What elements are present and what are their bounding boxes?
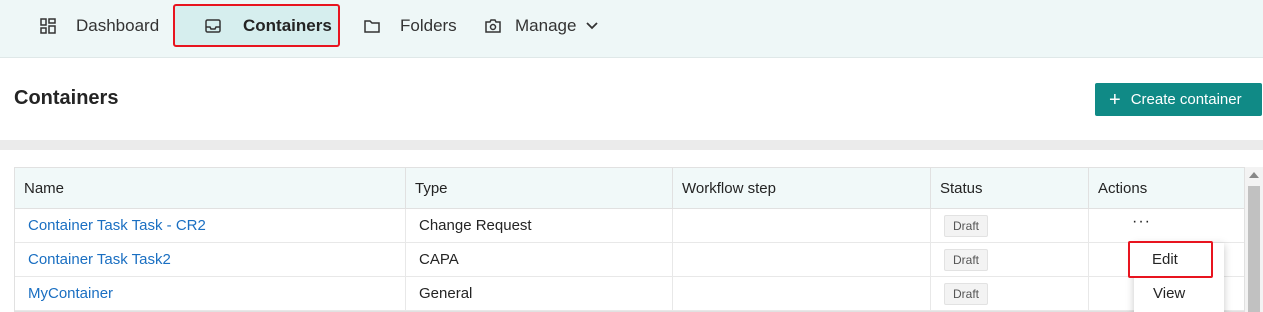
column-header-name[interactable]: Name (15, 168, 406, 208)
nav-manage[interactable]: Manage (483, 0, 599, 52)
status-cell: Draft (931, 209, 1089, 242)
status-cell: Draft (931, 243, 1089, 276)
container-name-link[interactable]: MyContainer (15, 277, 406, 310)
page-title: Containers (14, 87, 119, 109)
menu-item-edit[interactable]: Edit (1128, 241, 1213, 278)
containers-panel: Name Type Workflow step Status Actions C… (0, 150, 1263, 312)
dashboard-icon (40, 18, 56, 34)
table-header: Name Type Workflow step Status Actions (15, 168, 1244, 209)
scrollbar-thumb[interactable] (1248, 186, 1260, 312)
nav-dashboard-label: Dashboard (76, 16, 160, 35)
workflow-step (673, 209, 931, 242)
container-type: General (406, 277, 673, 310)
nav-folders-label: Folders (400, 16, 457, 35)
nav-dashboard[interactable]: Dashboard (38, 0, 159, 52)
menu-item-view[interactable]: View (1153, 285, 1185, 302)
workflow-step (673, 277, 931, 310)
more-actions-icon[interactable]: ··· (1132, 213, 1151, 231)
manage-icon (485, 19, 501, 33)
scroll-up-arrow-icon[interactable] (1249, 172, 1259, 178)
nav-containers[interactable]: Containers (173, 4, 340, 47)
containers-table: Name Type Workflow step Status Actions C… (14, 167, 1245, 312)
table-row: Container Task Task2 CAPA Draft (15, 243, 1244, 277)
nav-manage-label: Manage (515, 16, 577, 35)
status-cell: Draft (931, 277, 1089, 310)
nav-containers-label: Containers (243, 15, 332, 35)
create-container-label: Create container (1130, 91, 1242, 108)
column-header-workflow-step[interactable]: Workflow step (673, 168, 931, 208)
column-header-status[interactable]: Status (931, 168, 1089, 208)
table-row: Container Task Task - CR2 Change Request… (15, 209, 1244, 243)
column-header-type[interactable]: Type (406, 168, 673, 208)
status-badge: Draft (944, 248, 989, 271)
container-name-link[interactable]: Container Task Task - CR2 (15, 209, 406, 242)
column-header-actions: Actions (1098, 179, 1148, 197)
create-container-button[interactable]: + Create container (1095, 83, 1262, 116)
inbox-icon (205, 18, 221, 33)
status-badge: Draft (944, 214, 989, 237)
container-type: Change Request (406, 209, 673, 242)
container-name-link[interactable]: Container Task Task2 (15, 243, 406, 276)
workflow-step (673, 243, 931, 276)
status-badge: Draft (944, 282, 989, 305)
table-row: MyContainer General Draft (15, 277, 1244, 311)
nav-folders[interactable]: Folders (362, 0, 457, 52)
plus-icon: + (1109, 88, 1121, 111)
folder-icon (364, 20, 380, 33)
page-header: Containers + Create container (0, 58, 1263, 140)
chevron-down-icon (586, 22, 599, 30)
container-type: CAPA (406, 243, 673, 276)
actions-cell: ··· (1089, 209, 1244, 242)
top-navigation: Dashboard Containers Folders Manage (0, 0, 1263, 58)
